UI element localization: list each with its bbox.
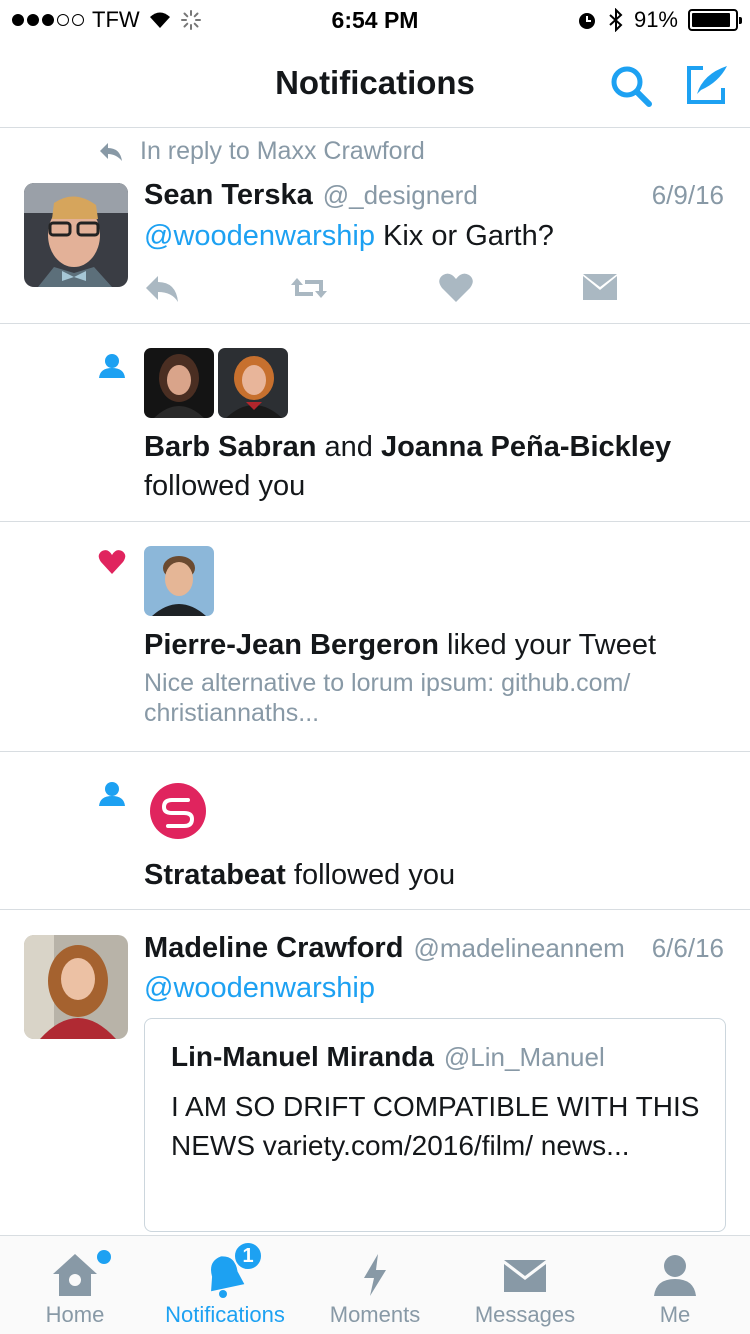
reply-icon bbox=[100, 142, 122, 161]
reply-context: In reply to Maxx Crawford bbox=[98, 137, 425, 166]
avatar[interactable] bbox=[144, 546, 214, 616]
tweet-header: Sean Terska @_designerd 6/9/16 bbox=[144, 179, 724, 212]
battery-percent: 91% bbox=[633, 7, 678, 32]
follow-notification[interactable]: Barb Sabran and Joanna Peña-Bickley foll… bbox=[0, 324, 750, 522]
person-follow-icon bbox=[99, 354, 125, 378]
notification-count-badge: 1 bbox=[233, 1241, 263, 1271]
tab-label: Moments bbox=[329, 1302, 421, 1327]
connector-text: and bbox=[316, 431, 381, 463]
reply-button[interactable] bbox=[144, 270, 184, 306]
heart-icon bbox=[98, 550, 126, 574]
avatar[interactable] bbox=[144, 348, 214, 418]
notification-text: Pierre-Jean Bergeron liked your Tweet bbox=[144, 626, 724, 665]
tweet-header: Madeline Crawford @madelineannem 6/6/16 bbox=[144, 932, 724, 965]
quoted-tweet-text: I AM SO DRIFT COMPATIBLE WITH THIS NEWS … bbox=[171, 1091, 700, 1161]
notification-text: Stratabeat followed you bbox=[144, 856, 724, 895]
like-notification[interactable]: Pierre-Jean Bergeron liked your Tweet Ni… bbox=[0, 522, 750, 752]
retweet-button[interactable] bbox=[289, 270, 329, 306]
person-icon bbox=[654, 1255, 696, 1296]
tweet-text: @woodenwarship Kix or Garth? bbox=[144, 217, 724, 256]
author-name[interactable]: Madeline Crawford bbox=[144, 932, 403, 965]
author-name[interactable]: Sean Terska bbox=[144, 179, 313, 212]
reply-context-text: In reply to Maxx Crawford bbox=[140, 137, 425, 165]
avatar[interactable] bbox=[144, 776, 214, 846]
action-text: liked your Tweet bbox=[438, 629, 657, 661]
liked-tweet-snippet[interactable]: Nice alternative to lorum ipsum: github.… bbox=[144, 668, 710, 728]
quoted-tweet-header: Lin-Manuel Miranda @Lin_Manuel bbox=[171, 1041, 605, 1073]
follow-notification[interactable]: Stratabeat followed you bbox=[0, 752, 750, 910]
like-button[interactable] bbox=[436, 270, 476, 306]
quoted-author-handle[interactable]: @Lin_Manuel bbox=[444, 1042, 605, 1073]
mention-link[interactable]: @woodenwarship bbox=[144, 220, 375, 252]
new-content-dot bbox=[97, 1250, 111, 1264]
tab-me[interactable]: Me bbox=[600, 1236, 750, 1334]
author-handle[interactable]: @_designerd bbox=[323, 180, 478, 211]
direct-message-button[interactable] bbox=[580, 270, 620, 306]
tweet-notification[interactable]: In reply to Maxx Crawford Sean Terska @_… bbox=[0, 129, 750, 324]
tab-label: Messages bbox=[474, 1302, 576, 1327]
avatar[interactable] bbox=[218, 348, 288, 418]
home-icon bbox=[53, 1254, 97, 1296]
search-icon[interactable] bbox=[607, 62, 655, 110]
tab-messages[interactable]: Messages bbox=[450, 1236, 600, 1334]
user-name[interactable]: Joanna Peña-Bickley bbox=[381, 431, 671, 463]
status-right: 91% bbox=[576, 7, 742, 33]
person-follow-icon bbox=[99, 782, 125, 806]
notifications-feed[interactable]: In reply to Maxx Crawford Sean Terska @_… bbox=[0, 129, 750, 1235]
nav-bar: Notifications bbox=[0, 40, 750, 128]
action-text: followed you bbox=[285, 859, 456, 891]
notification-text: Barb Sabran and Joanna Peña-Bickley foll… bbox=[144, 428, 724, 506]
tweet-date: 6/9/16 bbox=[651, 180, 724, 210]
liker-avatars bbox=[144, 546, 214, 616]
compose-icon[interactable] bbox=[683, 60, 731, 108]
avatar[interactable] bbox=[24, 183, 128, 287]
tab-label: Me bbox=[659, 1302, 691, 1327]
tweet-actions bbox=[144, 270, 624, 306]
tab-label: Home bbox=[45, 1302, 105, 1327]
tab-bar: Home Notifications 1 Moments Messages Me bbox=[0, 1235, 750, 1334]
tweet-text: @woodenwarship bbox=[144, 969, 724, 1008]
bluetooth-icon bbox=[609, 8, 623, 32]
follower-avatars bbox=[144, 776, 214, 846]
envelope-icon bbox=[504, 1260, 546, 1292]
follower-avatars bbox=[144, 348, 288, 418]
user-name[interactable]: Pierre-Jean Bergeron bbox=[144, 629, 439, 661]
quoted-tweet-card[interactable]: Lin-Manuel Miranda @Lin_Manuel I AM SO D… bbox=[144, 1018, 726, 1232]
action-text: followed you bbox=[144, 470, 306, 502]
lightning-icon bbox=[364, 1254, 386, 1296]
tab-label: Notifications bbox=[165, 1302, 285, 1327]
avatar[interactable] bbox=[24, 935, 128, 1039]
author-handle[interactable]: @madelineannem bbox=[413, 933, 624, 964]
mention-link[interactable]: @woodenwarship bbox=[144, 972, 375, 1004]
user-name[interactable]: Stratabeat bbox=[144, 859, 286, 891]
battery-icon bbox=[688, 9, 742, 31]
alarm-icon bbox=[578, 13, 595, 29]
status-bar: TFW 6:54 PM 91% bbox=[0, 0, 750, 40]
user-name[interactable]: Barb Sabran bbox=[144, 431, 316, 463]
tab-moments[interactable]: Moments bbox=[300, 1236, 450, 1334]
tweet-date: 6/6/16 bbox=[651, 933, 724, 963]
tab-notifications[interactable]: Notifications bbox=[150, 1236, 300, 1334]
tweet-text-content: Kix or Garth? bbox=[374, 220, 554, 252]
quoted-author-name[interactable]: Lin-Manuel Miranda bbox=[171, 1041, 434, 1073]
tab-home[interactable]: Home bbox=[0, 1236, 150, 1334]
